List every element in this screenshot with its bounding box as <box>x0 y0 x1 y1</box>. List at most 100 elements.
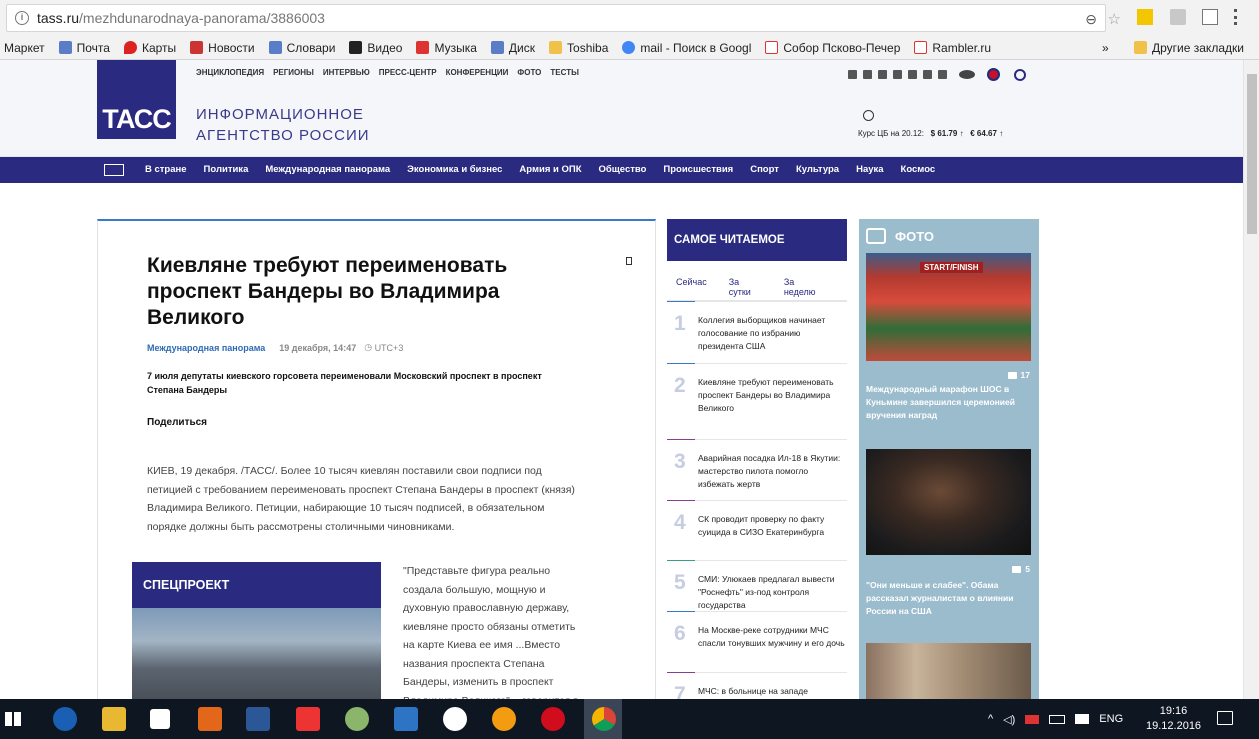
bookmark-maps[interactable]: Карты <box>123 41 176 55</box>
article-rubric[interactable]: Международная панорама <box>147 343 265 353</box>
nav-international[interactable]: Международная панорама <box>265 164 390 175</box>
rss-icon[interactable] <box>938 70 947 79</box>
url-field[interactable]: i tass.ru/mezhdunarodnaya-panorama/38860… <box>6 4 1121 32</box>
topnav-photo[interactable]: ФОТО <box>517 68 541 77</box>
edge-browser-icon[interactable] <box>53 707 77 731</box>
topnav-tests[interactable]: ТЕСТЫ <box>550 68 579 77</box>
word-icon[interactable] <box>246 707 270 731</box>
item-title[interactable]: МЧС: в больнице на западе <box>698 685 846 698</box>
info-icon[interactable]: i <box>15 11 29 25</box>
tab-now[interactable]: Сейчас <box>676 277 707 297</box>
speaker-icon[interactable]: ◁) <box>1003 713 1015 726</box>
nav-army[interactable]: Армия и ОПК <box>519 164 581 175</box>
accessibility-eye-icon[interactable] <box>959 70 975 79</box>
yandex-browser-icon[interactable] <box>443 707 467 731</box>
store-icon[interactable] <box>150 709 170 729</box>
topnav-interviews[interactable]: ИНТЕРВЬЮ <box>323 68 370 77</box>
item-title[interactable]: На Москве-реке сотрудники МЧС спасли тон… <box>698 624 846 650</box>
photo-marathon-image[interactable]: START/FINISH <box>866 253 1031 361</box>
photo-caption-1[interactable]: Международный марафон ШОС в Куньмине зав… <box>866 383 1034 422</box>
tab-day[interactable]: За сутки <box>729 277 762 297</box>
bookmark-music[interactable]: Музыка <box>416 41 477 55</box>
topnav-press-center[interactable]: ПРЕСС-ЦЕНТР <box>379 68 437 77</box>
item-title[interactable]: Аварийная посадка Ил-18 в Якутии: мастер… <box>698 452 846 491</box>
item-title[interactable]: СК проводит проверку по факту суицида в … <box>698 513 846 539</box>
bookmark-news[interactable]: Новости <box>190 41 255 55</box>
nav-incidents[interactable]: Происшествия <box>663 164 733 175</box>
odnoklassniki-app-icon[interactable] <box>492 707 516 731</box>
media-player-icon[interactable] <box>198 707 222 731</box>
instagram-icon[interactable] <box>893 70 902 79</box>
most-read-item[interactable]: 6 На Москве-реке сотрудники МЧС спасли то… <box>667 611 847 672</box>
menu-kebab-icon[interactable] <box>1234 9 1238 25</box>
most-read-item[interactable]: 7 МЧС: в больнице на западе <box>667 672 847 699</box>
nav-economy[interactable]: Экономика и бизнес <box>407 164 502 175</box>
odnoklassniki-icon[interactable] <box>908 70 917 79</box>
nav-sport[interactable]: Спорт <box>750 164 779 175</box>
google-plus-icon[interactable] <box>923 70 932 79</box>
photo-caption-2[interactable]: "Они меньше и слабее". Обама рассказал ж… <box>866 579 1034 618</box>
chrome-icon[interactable] <box>592 707 616 731</box>
bookmark-rambler[interactable]: Rambler.ru <box>914 41 991 55</box>
photo-header[interactable]: ФОТО <box>866 228 934 244</box>
topnav-encyclopedia[interactable]: ЭНЦИКЛОПЕДИЯ <box>196 68 264 77</box>
search-icon[interactable] <box>1014 68 1026 81</box>
topnav-regions[interactable]: РЕГИОНЫ <box>273 68 314 77</box>
file-explorer-icon[interactable] <box>102 707 126 731</box>
tass-logo[interactable]: ТАСС <box>97 60 176 139</box>
item-title[interactable]: СМИ: Улюкаев предлагал вывести "Роснефть… <box>698 573 846 612</box>
bookmark-dictionaries[interactable]: Словари <box>268 41 335 55</box>
most-read-item[interactable]: 2 Киевляне требуют переименовать проспект… <box>667 363 847 439</box>
other-bookmarks[interactable]: Другие закладки <box>1134 41 1244 55</box>
keyboard-icon[interactable] <box>1075 714 1090 724</box>
vk-icon[interactable] <box>848 70 857 79</box>
bookmark-icon[interactable] <box>626 257 632 265</box>
menu-icon[interactable] <box>104 164 124 176</box>
nav-space[interactable]: Космос <box>901 164 936 175</box>
photo-obama-image[interactable] <box>866 449 1031 555</box>
zoom-icon[interactable]: ⊖ <box>1085 11 1097 28</box>
most-read-item[interactable]: 4 СК проводит проверку по факту суицида в… <box>667 500 847 560</box>
share-button[interactable]: Поделиться <box>147 417 207 428</box>
special-project-card[interactable]: СПЕЦПРОЕКТ <box>132 562 381 699</box>
yandex-bookmark-extension-icon[interactable] <box>1137 9 1153 25</box>
chevron-up-icon[interactable]: ^ <box>988 713 993 725</box>
scrollbar-thumb[interactable] <box>1247 74 1257 234</box>
mail-icon[interactable] <box>394 707 418 731</box>
nav-culture[interactable]: Культура <box>796 164 839 175</box>
notifications-icon[interactable] <box>1217 711 1233 725</box>
star-icon[interactable]: ☆ <box>1108 10 1121 28</box>
nav-in-country[interactable]: В стране <box>145 164 187 175</box>
nav-politics[interactable]: Политика <box>204 164 249 175</box>
english-flag-icon[interactable] <box>987 68 1000 81</box>
item-title[interactable]: Киевляне требуют переименовать проспект … <box>698 376 846 415</box>
extension-box-icon[interactable] <box>1202 9 1218 25</box>
bookmarks-more-button[interactable]: » <box>1102 41 1109 55</box>
bookmark-mail[interactable]: Почта <box>58 41 110 55</box>
nav-science[interactable]: Наука <box>856 164 883 175</box>
bookmark-google-mail[interactable]: mail - Поиск в Googl <box>622 41 751 55</box>
photo-interior-image[interactable] <box>866 643 1031 699</box>
item-title[interactable]: Коллегия выборщиков начинает голосование… <box>698 314 846 353</box>
app-icon[interactable] <box>345 707 369 731</box>
tab-week[interactable]: За неделю <box>784 277 826 297</box>
battery-icon[interactable] <box>1049 714 1066 724</box>
twitter-icon[interactable] <box>878 70 887 79</box>
most-read-item[interactable]: 1 Коллегия выборщиков начинает голосовани… <box>667 301 847 363</box>
most-read-item[interactable]: 3 Аварийная посадка Ил-18 в Якутии: масте… <box>667 439 847 500</box>
windows-start-icon[interactable] <box>5 712 21 726</box>
extension-k-icon[interactable] <box>1170 9 1186 25</box>
facebook-icon[interactable] <box>863 70 872 79</box>
most-read-item[interactable]: 5 СМИ: Улюкаев предлагал вывести "Роснефт… <box>667 560 847 611</box>
page-scrollbar[interactable] <box>1243 60 1259 699</box>
yandex-icon[interactable] <box>296 707 320 731</box>
bookmark-market[interactable]: Маркет <box>4 41 45 55</box>
bookmark-toshiba[interactable]: Toshiba <box>549 41 608 55</box>
bookmark-sobor[interactable]: Собор Псково-Печер <box>765 41 900 55</box>
nav-society[interactable]: Общество <box>599 164 647 175</box>
language-indicator[interactable]: ENG <box>1099 713 1123 725</box>
system-clock[interactable]: 19:16 19.12.2016 <box>1146 704 1201 734</box>
bookmark-disk[interactable]: Диск <box>490 41 535 55</box>
topnav-conferences[interactable]: КОНФЕРЕНЦИИ <box>446 68 509 77</box>
bookmark-video[interactable]: Видео <box>349 41 402 55</box>
